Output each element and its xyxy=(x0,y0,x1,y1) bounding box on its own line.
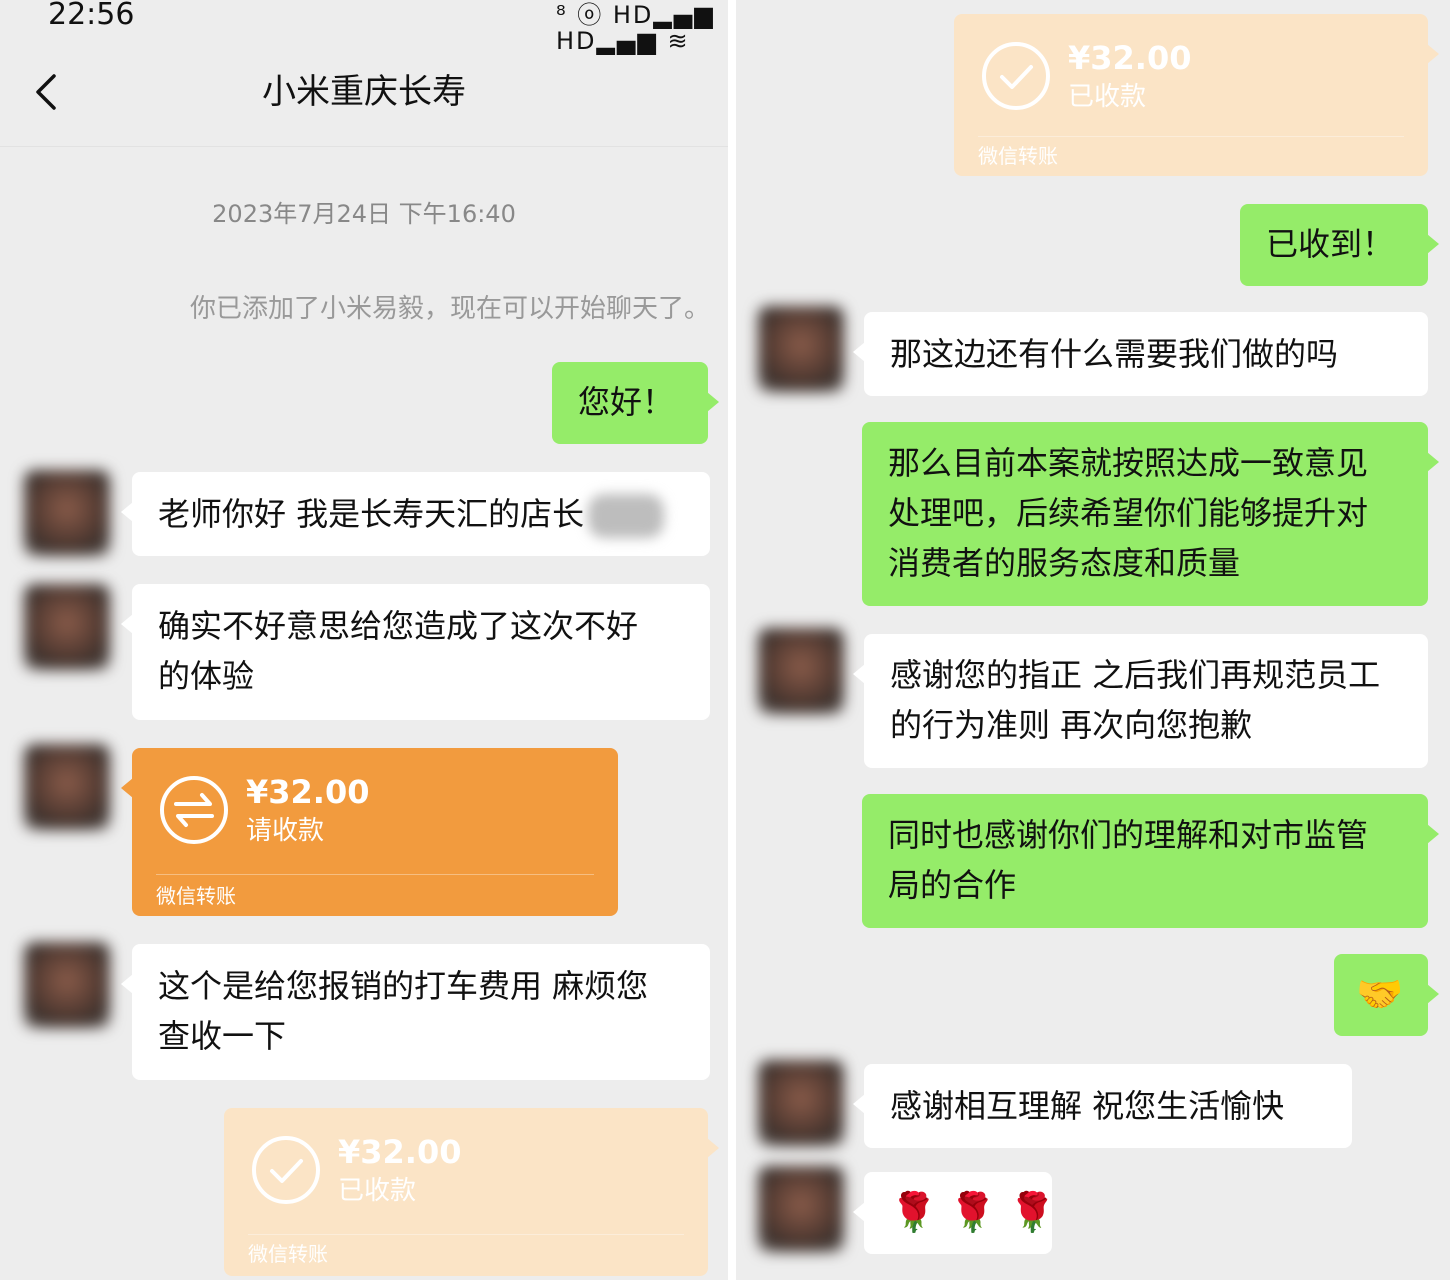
transfer-status: 已收款 xyxy=(338,1176,417,1206)
message-bubble-outgoing-emoji[interactable]: 🤝 xyxy=(1334,954,1439,1036)
avatar[interactable] xyxy=(758,628,844,714)
message-bubble-incoming[interactable]: 确实不好意思给您造成了这次不好 的体验 xyxy=(121,584,710,720)
transfer-amount: ¥32.00 xyxy=(246,773,370,811)
message-bubble-outgoing[interactable]: 您好！ xyxy=(552,362,719,444)
message-text: 老师你好 我是长寿天汇的店长 xyxy=(158,495,585,533)
message-text-line: 确实不好意思给您造成了这次不好 xyxy=(158,607,639,645)
message-text-line: 的行为准则 再次向您抱歉 xyxy=(890,706,1253,744)
message-text: 已收到！ xyxy=(1266,225,1395,263)
message-text-line: 处理吧，后续希望你们能够提升对 xyxy=(888,494,1369,532)
message-bubble-incoming-emoji[interactable]: 🌹 🌹 🌹 xyxy=(853,1172,1056,1254)
transfer-exchange-icon xyxy=(160,776,228,844)
chat-title: 小米重庆长寿 xyxy=(262,72,466,112)
avatar[interactable] xyxy=(758,1060,844,1146)
message-bubble-outgoing[interactable]: 那么目前本案就按照达成一致意见 处理吧，后续希望你们能够提升对 消费者的服务态度… xyxy=(862,422,1439,606)
message-text-line: 消费者的服务态度和质量 xyxy=(888,544,1241,582)
message-text-line: 感谢您的指正 之后我们再规范员工 xyxy=(890,656,1381,694)
message-text: 感谢相互理解 祝您生活愉快 xyxy=(890,1087,1285,1125)
message-text-line: 那么目前本案就按照达成一致意见 xyxy=(888,444,1369,482)
message-text-line: 的体验 xyxy=(158,657,255,695)
transfer-status: 请收款 xyxy=(246,816,325,846)
message-text: 那这边还有什么需要我们做的吗 xyxy=(890,335,1339,373)
transfer-card-pending[interactable]: ¥32.00 请收款 微信转账 xyxy=(121,748,618,916)
transfer-footer: 微信转账 xyxy=(248,1242,328,1266)
message-text-line: 这个是给您报销的打车费用 麻烦您 xyxy=(158,967,649,1005)
transfer-footer: 微信转账 xyxy=(978,144,1058,168)
avatar[interactable] xyxy=(24,942,110,1028)
header-divider xyxy=(0,146,728,147)
avatar[interactable] xyxy=(24,470,110,556)
chat-screenshot-right: ¥32.00 已收款 微信转账 已收到！ 那这边还有什么需要我们做的吗 那么目前… xyxy=(736,0,1450,1280)
message-bubble-incoming[interactable]: 那这边还有什么需要我们做的吗 xyxy=(853,312,1428,396)
redacted-name xyxy=(588,494,665,538)
avatar[interactable] xyxy=(758,306,844,392)
checkmark-circle-icon xyxy=(252,1136,320,1204)
message-text-line: 同时也感谢你们的理解和对市监管 xyxy=(888,816,1369,854)
chat-timestamp: 2023年7月24日 下午16:40 xyxy=(212,200,516,228)
status-bar-icons: ⁸ ⓞ HD▂▄▆ HD▂▄▆ ≋ xyxy=(556,1,715,55)
transfer-divider xyxy=(156,874,594,875)
avatar[interactable] xyxy=(758,1166,844,1252)
status-bar-time: 22:56 xyxy=(48,0,135,32)
rose-icon: 🌹 🌹 🌹 xyxy=(890,1190,1057,1234)
avatar[interactable] xyxy=(24,744,110,830)
message-text-line: 局的合作 xyxy=(888,866,1017,904)
transfer-divider xyxy=(248,1234,684,1235)
message-bubble-outgoing[interactable]: 同时也感谢你们的理解和对市监管 局的合作 xyxy=(862,794,1439,928)
transfer-divider xyxy=(978,136,1404,137)
message-bubble-incoming[interactable]: 感谢您的指正 之后我们再规范员工 的行为准则 再次向您抱歉 xyxy=(853,634,1428,768)
message-bubble-incoming[interactable]: 这个是给您报销的打车费用 麻烦您 查收一下 xyxy=(121,944,710,1080)
transfer-footer: 微信转账 xyxy=(156,884,236,908)
chat-screenshot-left: 22:56 ⁸ ⓞ HD▂▄▆ HD▂▄▆ ≋ 小米重庆长寿 2023年7月24… xyxy=(0,0,728,1280)
message-text-line: 查收一下 xyxy=(158,1017,287,1055)
transfer-card-received[interactable]: ¥32.00 已收款 微信转账 xyxy=(954,14,1439,176)
message-bubble-outgoing[interactable]: 已收到！ xyxy=(1240,204,1439,286)
message-text: 您好！ xyxy=(578,383,675,421)
transfer-card-received[interactable]: ¥32.00 已收款 微信转账 xyxy=(224,1108,719,1276)
checkmark-circle-icon xyxy=(982,42,1050,110)
handshake-icon: 🤝 xyxy=(1356,972,1404,1016)
message-bubble-incoming[interactable]: 感谢相互理解 祝您生活愉快 xyxy=(853,1064,1352,1148)
message-bubble-incoming[interactable]: 老师你好 我是长寿天汇的店长 xyxy=(121,472,710,556)
avatar[interactable] xyxy=(24,584,110,670)
transfer-status: 已收款 xyxy=(1068,82,1147,112)
transfer-amount: ¥32.00 xyxy=(338,1133,462,1171)
transfer-amount: ¥32.00 xyxy=(1068,39,1192,77)
system-notice: 你已添加了小米易毅，现在可以开始聊天了。 xyxy=(189,294,710,324)
